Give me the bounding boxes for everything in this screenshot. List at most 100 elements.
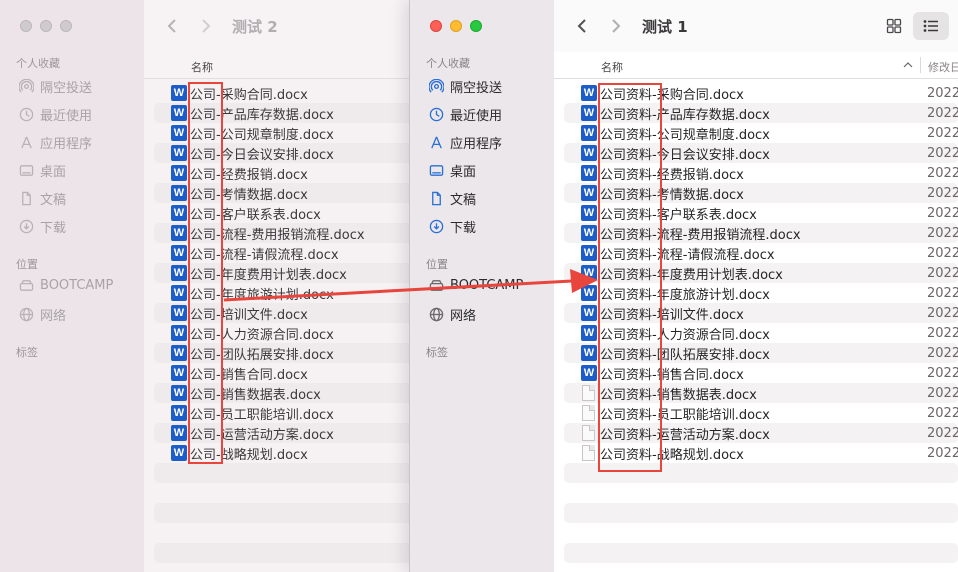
file-row[interactable]: W 公司资料-产品库存数据.docx 2022 (564, 103, 958, 123)
file-row[interactable]: W 公司-年度旅游计划.docx (154, 283, 420, 303)
sidebar-item-airdrop[interactable]: 隔空投送 (428, 77, 502, 96)
file-date: 2022 (927, 345, 958, 361)
file-row[interactable]: 公司资料-战略规划.docx 2022 (564, 443, 958, 463)
file-row[interactable]: W 公司资料-人力资源合同.docx 2022 (564, 323, 958, 343)
forward-button[interactable] (604, 14, 628, 38)
file-row[interactable]: W 公司-今日会议安排.docx (154, 143, 420, 163)
icon-view-button[interactable] (876, 12, 912, 40)
sidebar-item-desktop[interactable]: 桌面 (428, 161, 476, 180)
sidebar-item-bootcamp[interactable]: BOOTCAMP (18, 277, 113, 293)
sidebar-item-applications[interactable]: 应用程序 (428, 133, 502, 152)
sidebar-item-desktop[interactable]: 桌面 (18, 161, 66, 180)
toolbar: 测试 2 (144, 0, 420, 52)
close-button[interactable] (430, 20, 442, 32)
file-row[interactable]: W 公司资料-公司规章制度.docx 2022 (564, 123, 958, 143)
airdrop-icon (18, 79, 34, 95)
file-row[interactable]: W 公司资料-考情数据.docx 2022 (564, 183, 958, 203)
file-row[interactable]: W 公司-培训文件.docx (154, 303, 420, 323)
file-row[interactable]: W 公司-战略规划.docx (154, 443, 420, 463)
sidebar-item-network[interactable]: 网络 (428, 305, 476, 324)
file-row[interactable]: W 公司-采购合同.docx (154, 83, 420, 103)
file-row[interactable]: W 公司资料-今日会议安排.docx 2022 (564, 143, 958, 163)
sidebar-item-downloads[interactable]: 下载 (428, 217, 476, 236)
file-name: 公司资料-产品库存数据.docx (600, 107, 770, 123)
file-name: 公司资料-战略规划.docx (600, 447, 744, 463)
file-list: W 公司资料-采购合同.docx 2022 W 公司资料-产品库存数据.docx 2022… (564, 83, 958, 563)
file-date: 2022 (927, 385, 958, 401)
file-row[interactable]: W 公司-销售合同.docx (154, 363, 420, 383)
sidebar-item-recents[interactable]: 最近使用 (18, 105, 92, 124)
word-doc-icon: W (581, 105, 597, 121)
file-name: 公司资料-流程-费用报销流程.docx (600, 227, 801, 243)
sidebar-item-bootcamp[interactable]: BOOTCAMP (428, 277, 523, 293)
file-row[interactable]: W 公司资料-销售合同.docx 2022 (564, 363, 958, 383)
finder-window-back[interactable]: 个人收藏 隔空投送 最近使用 应用程序 桌面 文稿 下载 位置 BOOTCAMP (0, 0, 420, 572)
locations-header: 位置 (16, 258, 38, 271)
file-row[interactable]: W 公司资料-客户联系表.docx 2022 (564, 203, 958, 223)
file-row[interactable]: 公司资料-销售数据表.docx 2022 (564, 383, 958, 403)
sidebar-item-network[interactable]: 网络 (18, 305, 66, 324)
column-name-header[interactable]: 名称 (601, 59, 623, 75)
zoom-button[interactable] (470, 20, 482, 32)
sidebar-item-applications[interactable]: 应用程序 (18, 133, 92, 152)
document-icon (18, 191, 34, 207)
file-date: 2022 (927, 125, 958, 141)
file-row[interactable]: W 公司资料-流程-费用报销流程.docx 2022 (564, 223, 958, 243)
file-row[interactable]: W 公司-人力资源合同.docx (154, 323, 420, 343)
file-name: 公司-流程-请假流程.docx (190, 247, 339, 263)
file-row[interactable]: W 公司资料-经费报销.docx 2022 (564, 163, 958, 183)
close-button[interactable] (20, 20, 32, 32)
word-doc-icon: W (581, 365, 597, 381)
file-row[interactable]: W 公司-年度费用计划表.docx (154, 263, 420, 283)
file-row[interactable]: W 公司资料-培训文件.docx 2022 (564, 303, 958, 323)
file-row[interactable]: W 公司-流程-费用报销流程.docx (154, 223, 420, 243)
sidebar-item-airdrop[interactable]: 隔空投送 (18, 77, 92, 96)
column-modified-header[interactable]: 修改日 (928, 59, 958, 75)
file-date: 2022 (927, 185, 958, 201)
sidebar: 个人收藏 隔空投送 最近使用 应用程序 桌面 文稿 下载 位置 BOOTCAMP (0, 0, 144, 572)
empty-row (154, 503, 420, 523)
file-name: 公司-采购合同.docx (190, 87, 308, 103)
file-row[interactable]: W 公司资料-采购合同.docx 2022 (564, 83, 958, 103)
word-doc-icon: W (581, 165, 597, 181)
list-view-button[interactable] (913, 12, 949, 40)
file-row[interactable]: W 公司-经费报销.docx (154, 163, 420, 183)
zoom-button[interactable] (60, 20, 72, 32)
file-row[interactable]: W 公司-运营活动方案.docx (154, 423, 420, 443)
applications-icon (18, 135, 34, 151)
file-row[interactable]: W 公司资料-团队拓展安排.docx 2022 (564, 343, 958, 363)
file-row[interactable]: W 公司-考情数据.docx (154, 183, 420, 203)
sidebar-item-downloads[interactable]: 下载 (18, 217, 66, 236)
file-date: 2022 (927, 145, 958, 161)
file-row[interactable]: W 公司-团队拓展安排.docx (154, 343, 420, 363)
sidebar-item-documents[interactable]: 文稿 (428, 189, 476, 208)
file-name: 公司资料-年度旅游计划.docx (600, 287, 770, 303)
file-row[interactable]: W 公司-公司规章制度.docx (154, 123, 420, 143)
finder-window-front[interactable]: 个人收藏 隔空投送 最近使用 应用程序 桌面 文稿 下载 位置 BOOTCAMP (409, 0, 958, 572)
clock-icon (18, 107, 34, 123)
minimize-button[interactable] (450, 20, 462, 32)
window-controls (20, 20, 72, 32)
forward-button[interactable] (194, 14, 218, 38)
minimize-button[interactable] (40, 20, 52, 32)
globe-icon (18, 307, 34, 323)
file-row[interactable]: W 公司资料-年度费用计划表.docx 2022 (564, 263, 958, 283)
file-row[interactable]: W 公司-流程-请假流程.docx (154, 243, 420, 263)
file-row[interactable]: W 公司-员工职能培训.docx (154, 403, 420, 423)
file-row[interactable]: W 公司-客户联系表.docx (154, 203, 420, 223)
file-row[interactable]: W 公司-销售数据表.docx (154, 383, 420, 403)
file-name: 公司资料-考情数据.docx (600, 187, 744, 203)
file-row[interactable]: W 公司-产品库存数据.docx (154, 103, 420, 123)
column-name-header[interactable]: 名称 (191, 59, 213, 75)
sidebar-item-documents[interactable]: 文稿 (18, 189, 66, 208)
sidebar-item-recents[interactable]: 最近使用 (428, 105, 502, 124)
back-button[interactable] (570, 14, 594, 38)
file-row[interactable]: W 公司资料-流程-请假流程.docx 2022 (564, 243, 958, 263)
word-doc-icon: W (171, 325, 187, 341)
word-doc-icon: W (171, 285, 187, 301)
file-row[interactable]: W 公司资料-年度旅游计划.docx 2022 (564, 283, 958, 303)
back-button[interactable] (160, 14, 184, 38)
file-row[interactable]: 公司资料-员工职能培训.docx 2022 (564, 403, 958, 423)
file-row[interactable]: 公司资料-运营活动方案.docx 2022 (564, 423, 958, 443)
file-date: 2022 (927, 265, 958, 281)
